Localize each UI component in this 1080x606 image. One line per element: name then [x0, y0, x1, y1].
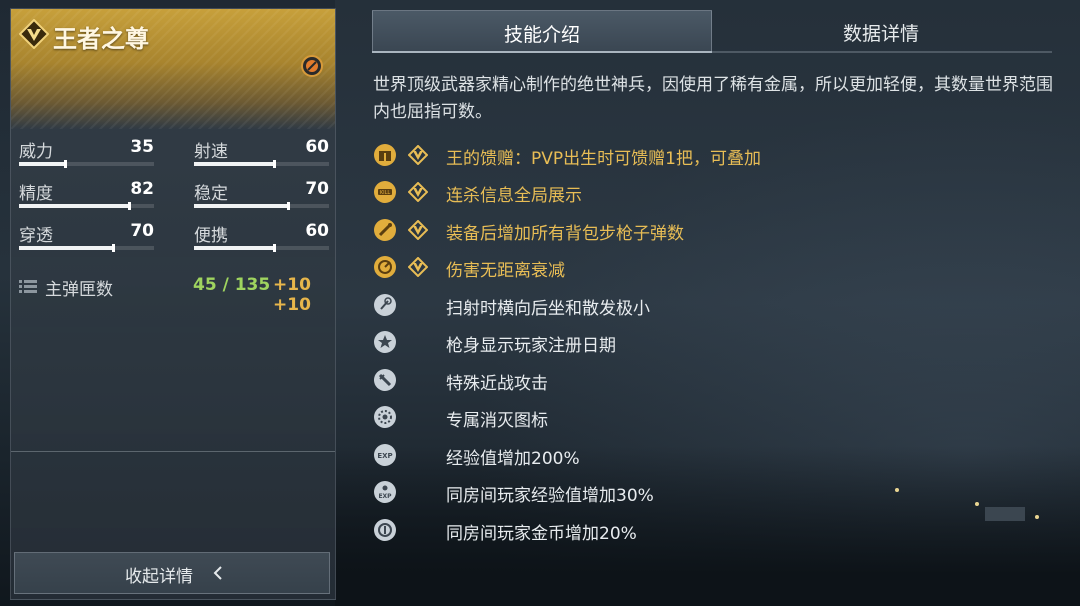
skill-item: 专属消灭图标 — [373, 403, 1053, 433]
skill-item: 王的馈赠：PVP出生时可馈赠1把，可叠加 — [373, 141, 1053, 171]
panel-divider — [11, 451, 335, 452]
bullet-icon — [374, 219, 396, 241]
skill-item: 特殊近战攻击 — [373, 366, 1053, 396]
gift-icon — [374, 144, 396, 166]
skill-item: 装备后增加所有背包步枪子弹数 — [373, 216, 1053, 246]
ammo-bonus: +10 +10 — [273, 275, 311, 315]
vip-v-icon — [408, 182, 428, 202]
collapse-details-label: 收起详情 — [125, 567, 193, 587]
stat-fire-rate: 射速 60 — [194, 137, 329, 168]
skill-item: EXP 经验值增加200% — [373, 441, 1053, 471]
star-icon — [374, 331, 396, 353]
ammo-label: 主弹匣数 — [45, 280, 113, 300]
svg-text:EXP: EXP — [377, 452, 392, 460]
target-icon — [374, 256, 396, 278]
skill-item: 伤害无距离衰减 — [373, 253, 1053, 283]
tab-data-details[interactable]: 数据详情 — [712, 10, 1050, 51]
coin-icon — [374, 519, 396, 541]
medal-icon — [301, 55, 323, 77]
crown-v-badge-icon — [19, 19, 49, 49]
weapon-name: 王者之尊 — [53, 25, 149, 53]
skill-item: EXP 同房间玩家经验值增加30% — [373, 478, 1053, 508]
killfeed-icon: KILL — [374, 181, 396, 203]
melee-icon — [374, 369, 396, 391]
stat-power: 威力 35 — [19, 137, 154, 168]
recoil-icon — [374, 294, 396, 316]
skill-item: 扫射时横向后坐和散发极小 — [373, 291, 1053, 321]
skill-item: 同房间玩家金币增加20% — [373, 516, 1053, 546]
chevron-left-icon — [213, 566, 222, 580]
vip-v-icon — [408, 257, 428, 277]
ammo-row: 主弹匣数 45 / 135 +10 +10 — [19, 275, 329, 315]
stat-accuracy: 精度 82 — [19, 179, 154, 210]
detail-tabs: 技能介绍 数据详情 — [372, 10, 1052, 53]
vip-v-icon — [408, 220, 428, 240]
svg-text:KILL: KILL — [380, 190, 391, 196]
kill-mark-icon — [374, 406, 396, 428]
stat-stability: 稳定 70 — [194, 179, 329, 210]
tab-skill-intro[interactable]: 技能介绍 — [372, 10, 712, 53]
weapon-panel: 王者之尊 威力 35 射速 60 精度 82 稳定 70 穿透 70 便携 60 — [10, 8, 336, 600]
ammo-value: 45 / 135 — [193, 275, 271, 295]
room-exp-icon: EXP — [374, 481, 396, 503]
exp-icon: EXP — [374, 444, 396, 466]
collapse-details-button[interactable]: 收起详情 — [14, 552, 330, 594]
magazine-icon — [19, 280, 37, 293]
skill-item: 枪身显示玩家注册日期 — [373, 328, 1053, 358]
weapon-description: 世界顶级武器家精心制作的绝世神兵，因使用了稀有金属，所以更加轻便，其数量世界范围… — [373, 75, 1053, 122]
vip-v-icon — [408, 145, 428, 165]
svg-text:EXP: EXP — [378, 493, 392, 500]
skill-item: KILL 连杀信息全局展示 — [373, 178, 1053, 208]
stat-portability: 便携 60 — [194, 221, 329, 252]
stat-penetration: 穿透 70 — [19, 221, 154, 252]
